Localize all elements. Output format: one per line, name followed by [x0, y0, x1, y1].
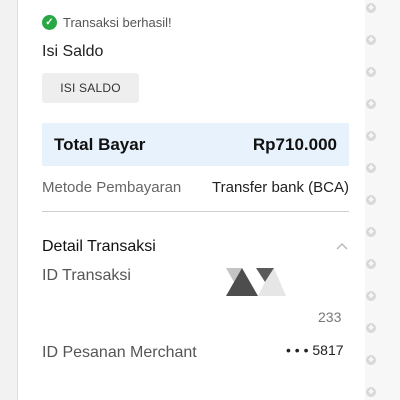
dana-logo-icon: ❖ [366, 3, 376, 13]
check-circle-icon: ✓ [42, 14, 57, 30]
watermark-dana: ❖ [365, 30, 400, 50]
total-value: Rp710.000 [252, 134, 337, 154]
payment-method-label: Metode Pembayaran [42, 178, 182, 196]
watermark-dana: ❖ [365, 158, 400, 178]
watermark-dana: ❖ [365, 382, 400, 400]
watermark-dana: ❖ [365, 94, 400, 114]
total-label: Total Bayar [54, 134, 146, 154]
watermark-dana: ❖ [365, 254, 400, 274]
watermark-dana: ❖ [365, 350, 400, 370]
merchant-order-id-label: ID Pesanan Merchant [42, 344, 197, 361]
dana-logo-icon: ❖ [366, 35, 376, 45]
transaction-id-tail: 233 [318, 309, 342, 325]
transaction-id-label: ID Transaksi [42, 267, 131, 284]
watermark-dana: ❖ [365, 286, 400, 306]
chevron-up-icon[interactable] [335, 240, 349, 254]
dana-logo-icon: ❖ [366, 99, 376, 109]
watermark-dana: ❖ [365, 0, 400, 18]
dana-logo-icon: ❖ [366, 387, 376, 397]
total-payment-box: Total Bayar Rp710.000 [42, 123, 349, 166]
watermark-dana: ❖ [365, 190, 400, 210]
dana-logo-icon: ❖ [366, 67, 376, 77]
dana-logo-icon: ❖ [366, 227, 376, 237]
product-title: Isi Saldo [42, 43, 104, 60]
transaction-detail-heading: Detail Transaksi [42, 238, 156, 255]
payment-method-value: Transfer bank (BCA) [212, 178, 349, 196]
watermark-dana: ❖ [365, 318, 400, 338]
dana-logo-icon: ❖ [366, 291, 376, 301]
section-divider [42, 211, 349, 212]
transaction-detail-header[interactable]: Detail Transaksi [42, 236, 349, 258]
watermark-dana: ❖ [365, 62, 400, 82]
success-text: Transaksi berhasil! [63, 14, 172, 30]
dana-logo-icon: ❖ [366, 259, 376, 269]
dana-logo-icon: ❖ [366, 355, 376, 365]
dana-logo-icon: ❖ [366, 323, 376, 333]
product-tag: ISI SALDO [42, 73, 139, 103]
redacted-transaction-id [226, 268, 286, 296]
transaction-receipt-card: ✓ Transaksi berhasil! Isi Saldo ISI SALD… [17, 0, 367, 400]
watermark-dana: ❖ [365, 126, 400, 146]
watermark-dana: ❖ [365, 222, 400, 242]
dana-logo-icon: ❖ [366, 131, 376, 141]
watermark-strip: ❖ ❖ ❖ ❖ ❖ ❖ ❖ ❖ ❖ ❖ ❖ ❖ ❖ [365, 0, 400, 400]
success-status: ✓ Transaksi berhasil! [42, 12, 172, 32]
dana-logo-icon: ❖ [366, 195, 376, 205]
merchant-order-id-value: • • • 5817 [286, 342, 344, 358]
dana-logo-icon: ❖ [366, 163, 376, 173]
payment-method-row: Metode Pembayaran Transfer bank (BCA) [42, 176, 349, 198]
